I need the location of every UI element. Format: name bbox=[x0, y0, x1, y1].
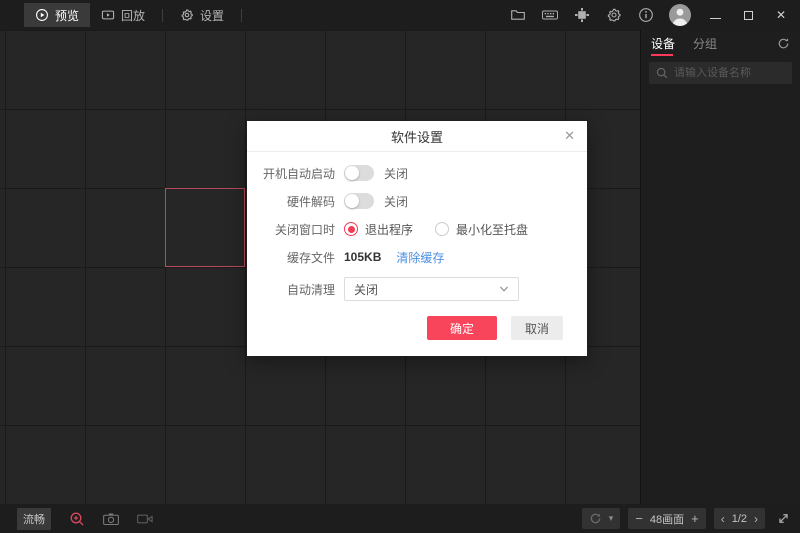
keyboard-icon[interactable] bbox=[541, 7, 558, 24]
fullscreen-icon[interactable] bbox=[777, 512, 790, 525]
minimize-icon bbox=[709, 17, 721, 19]
divider bbox=[162, 8, 164, 22]
tab-settings[interactable]: 设置 bbox=[169, 3, 235, 27]
caret-down-icon[interactable]: ▾ bbox=[609, 514, 614, 523]
sidebar-tab-groups[interactable]: 分组 bbox=[693, 30, 717, 57]
screens-minus-button[interactable]: − bbox=[635, 512, 643, 525]
row-autostart: 开机自动启动 关闭 bbox=[247, 162, 587, 184]
dialog-title: 软件设置 bbox=[390, 129, 443, 145]
radio-minimize-to-tray-label[interactable]: 最小化至托盘 bbox=[456, 221, 528, 238]
radio-exit-program-label[interactable]: 退出程序 bbox=[365, 221, 413, 238]
dialog-header: 软件设置 ✕ bbox=[247, 121, 587, 152]
row-hwdecode: 硬件解码 关闭 bbox=[247, 190, 587, 212]
settings-gear-icon[interactable] bbox=[605, 7, 622, 24]
on-close-label: 关闭窗口时 bbox=[274, 222, 335, 237]
refresh-icon[interactable] bbox=[777, 37, 790, 50]
record-camcorder-icon[interactable] bbox=[137, 511, 153, 527]
maximize-button[interactable] bbox=[739, 6, 757, 24]
hwdecode-state: 关闭 bbox=[384, 194, 409, 209]
loop-icon bbox=[590, 513, 601, 524]
screens-count-label: 48画面 bbox=[649, 513, 685, 526]
close-icon: ✕ bbox=[775, 8, 787, 22]
device-sidebar: 设备 分组 bbox=[640, 30, 800, 504]
row-auto-clean: 自动清理 关闭 bbox=[247, 276, 587, 302]
play-circle-icon bbox=[36, 9, 48, 21]
digital-zoom-icon[interactable] bbox=[69, 511, 85, 527]
row-cache: 缓存文件 105KB 清除缓存 bbox=[247, 246, 587, 268]
autostart-toggle[interactable] bbox=[344, 165, 374, 181]
toggle-knob bbox=[345, 166, 359, 180]
tab-preview-label: 预览 bbox=[55, 8, 80, 23]
auto-clean-value: 关闭 bbox=[354, 282, 379, 297]
search-icon bbox=[656, 67, 668, 79]
playback-icon bbox=[101, 10, 115, 20]
cache-label: 缓存文件 bbox=[286, 250, 335, 265]
radio-exit-program[interactable] bbox=[344, 222, 358, 236]
bottom-toolbar: 流畅 ▾ − 48画面 + ‹ 1/2 › bbox=[0, 504, 800, 533]
prev-page-button[interactable]: ‹ bbox=[721, 513, 725, 525]
autostart-state: 关闭 bbox=[384, 166, 409, 181]
close-button[interactable]: ✕ bbox=[772, 6, 790, 24]
gear-icon bbox=[181, 9, 193, 21]
settings-dialog: 软件设置 ✕ 开机自动启动 关闭 硬件解码 关闭 关闭窗口时 退出程序 最小化至… bbox=[247, 121, 587, 356]
chevron-down-icon bbox=[500, 286, 508, 292]
page-control: ‹ 1/2 › bbox=[713, 508, 765, 529]
device-search[interactable] bbox=[649, 62, 792, 84]
folder-icon[interactable] bbox=[509, 7, 526, 24]
plugin-icon[interactable] bbox=[573, 7, 590, 24]
auto-clean-select[interactable]: 关闭 bbox=[344, 277, 519, 301]
titlebar: 预览 回放 设置 ✕ bbox=[0, 0, 800, 30]
row-on-close: 关闭窗口时 退出程序 最小化至托盘 bbox=[247, 218, 587, 240]
tab-playback[interactable]: 回放 bbox=[90, 3, 156, 27]
main-nav: 预览 回放 设置 bbox=[24, 0, 248, 30]
divider bbox=[241, 8, 243, 22]
maximize-icon bbox=[743, 10, 753, 20]
tab-preview[interactable]: 预览 bbox=[24, 3, 91, 27]
sidebar-tab-devices[interactable]: 设备 bbox=[651, 30, 675, 57]
stream-quality-button[interactable]: 流畅 bbox=[17, 507, 51, 530]
radio-minimize-to-tray[interactable] bbox=[435, 222, 450, 236]
page-indicator: 1/2 bbox=[731, 512, 747, 525]
hwdecode-label: 硬件解码 bbox=[286, 194, 335, 209]
tab-playback-label: 回放 bbox=[121, 8, 146, 23]
screen-count-control: − 48画面 + bbox=[628, 508, 706, 529]
search-input[interactable] bbox=[674, 67, 785, 79]
dialog-close-icon[interactable]: ✕ bbox=[564, 129, 575, 142]
cache-size-value: 105KB bbox=[344, 250, 382, 264]
selected-video-cell[interactable] bbox=[165, 188, 245, 267]
tab-settings-label: 设置 bbox=[200, 8, 225, 23]
ok-button[interactable]: 确定 bbox=[427, 316, 497, 340]
screens-plus-button[interactable]: + bbox=[691, 512, 699, 525]
auto-clean-label: 自动清理 bbox=[286, 282, 335, 297]
info-icon[interactable] bbox=[637, 7, 654, 24]
avatar[interactable] bbox=[669, 4, 691, 26]
hwdecode-toggle[interactable] bbox=[344, 193, 374, 209]
cancel-button[interactable]: 取消 bbox=[511, 316, 563, 340]
autostart-label: 开机自动启动 bbox=[262, 166, 335, 181]
snapshot-camera-icon[interactable] bbox=[103, 511, 119, 527]
toggle-knob bbox=[345, 194, 359, 208]
minimize-button[interactable] bbox=[706, 6, 724, 24]
auto-switch-control[interactable]: ▾ bbox=[581, 508, 621, 529]
next-page-button[interactable]: › bbox=[754, 513, 758, 525]
clear-cache-link[interactable]: 清除缓存 bbox=[396, 249, 444, 266]
